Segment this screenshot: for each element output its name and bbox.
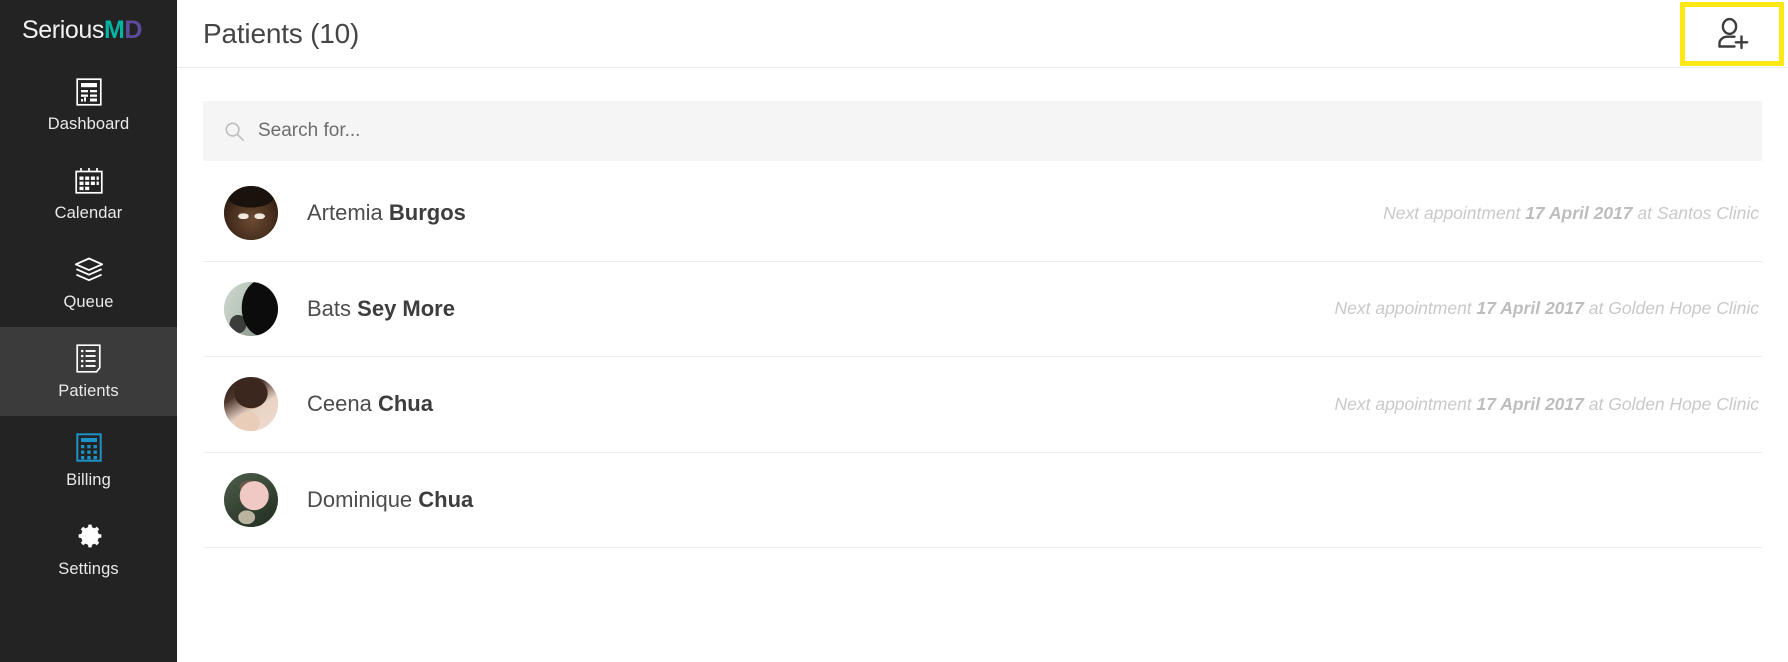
patient-first-name: Artemia xyxy=(307,200,383,226)
patient-last-name: Chua xyxy=(418,486,474,512)
layers-icon xyxy=(74,255,104,285)
table-row[interactable]: Bats Sey More Next appointment 17 April … xyxy=(203,262,1763,357)
brand-logo[interactable]: SeriousMD xyxy=(0,0,177,60)
patient-last-name: Chua xyxy=(377,391,433,417)
appointment-suffix: at Golden Hope Clinic xyxy=(1588,393,1759,414)
sidebar-item-billing[interactable]: Billing xyxy=(0,416,177,505)
patient-last-name: Burgos xyxy=(388,200,466,226)
brand-name-m: M xyxy=(103,15,125,44)
appointment-info: Next appointment 17 April 2017 at Golden… xyxy=(1334,298,1763,318)
search-icon xyxy=(225,122,245,141)
appointment-date: 17 April 2017 xyxy=(1476,298,1584,318)
patient-name: Dominique Chua xyxy=(307,486,474,512)
table-row[interactable]: Ceena Chua Next appointment 17 April 201… xyxy=(203,357,1762,453)
sidebar-item-calendar[interactable]: Calendar xyxy=(0,149,177,238)
table-row[interactable]: Artemia Burgos Next appointment 17 April… xyxy=(203,166,1762,262)
sidebar-item-label-patients: Patients xyxy=(58,381,119,400)
patient-name: Ceena Chua xyxy=(307,393,433,415)
patient-first-name: Bats xyxy=(307,295,352,321)
main-content: Patients (10) Search for... Artemia Burg… xyxy=(177,0,1788,662)
sidebar-item-dashboard[interactable]: Dashboard xyxy=(0,60,177,149)
sidebar: SeriousMD Dashboard Calendar Queue Patie… xyxy=(0,0,177,662)
patient-list: Artemia Burgos Next appointment 17 April… xyxy=(203,166,1762,548)
search-bar[interactable] xyxy=(203,101,1762,161)
brand-name-d: D xyxy=(124,15,143,44)
sidebar-item-queue[interactable]: Queue xyxy=(0,238,177,327)
appointment-date: 17 April 2017 xyxy=(1525,202,1633,223)
appointment-suffix: at Golden Hope Clinic xyxy=(1588,298,1759,318)
dashboard-icon xyxy=(74,77,104,107)
sidebar-item-label-settings: Settings xyxy=(58,559,119,578)
avatar xyxy=(224,186,278,241)
appointment-suffix: at Santos Clinic xyxy=(1637,202,1759,223)
calculator-icon xyxy=(74,433,104,463)
add-person-icon xyxy=(1712,14,1752,54)
topbar: Patients (10) xyxy=(177,0,1788,68)
brand-name-serious: Serious xyxy=(22,15,104,44)
sidebar-item-label-calendar: Calendar xyxy=(54,203,123,222)
avatar xyxy=(224,377,278,432)
calendar-icon xyxy=(74,166,104,196)
patient-name: Artemia Burgos xyxy=(307,202,466,224)
add-patient-button[interactable] xyxy=(1680,1,1784,66)
sidebar-item-label-billing: Billing xyxy=(66,470,111,489)
appointment-prefix: Next appointment xyxy=(1334,393,1472,414)
appointment-info: Next appointment 17 April 2017 at Santos… xyxy=(1383,202,1762,223)
patient-first-name: Ceena xyxy=(307,391,372,417)
gear-icon xyxy=(74,522,104,552)
patient-name: Bats Sey More xyxy=(307,295,455,321)
table-row[interactable]: Dominique Chua xyxy=(203,453,1762,548)
appointment-prefix: Next appointment xyxy=(1383,202,1521,223)
appointment-date: 17 April 2017 xyxy=(1476,393,1584,414)
content-area: Artemia Burgos Next appointment 17 April… xyxy=(177,68,1788,662)
avatar xyxy=(224,472,278,527)
app-root: SeriousMD Dashboard Calendar Queue Patie… xyxy=(0,0,1788,662)
page-title: Patients (10) xyxy=(203,17,360,49)
avatar xyxy=(224,281,278,336)
brand-logo-text: SeriousMD xyxy=(22,15,143,44)
sidebar-item-settings[interactable]: Settings xyxy=(0,505,177,594)
list-icon xyxy=(74,344,104,374)
sidebar-item-label-queue: Queue xyxy=(63,292,114,311)
search-input[interactable] xyxy=(258,120,1643,142)
appointment-info: Next appointment 17 April 2017 at Golden… xyxy=(1334,393,1763,414)
patient-last-name: Sey More xyxy=(357,295,455,321)
patient-first-name: Dominique xyxy=(307,486,413,512)
sidebar-item-label-dashboard: Dashboard xyxy=(47,114,130,133)
sidebar-item-patients[interactable]: Patients xyxy=(0,327,177,416)
appointment-prefix: Next appointment xyxy=(1334,298,1472,318)
